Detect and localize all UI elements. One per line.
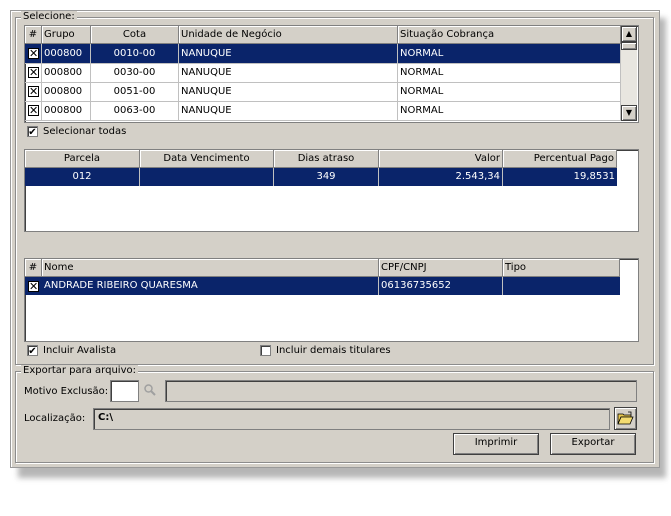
cotas-scrollbar[interactable]: ▲ ▼ <box>621 26 637 121</box>
titular-check-cell: ✕ <box>25 277 42 295</box>
grupo-cell: 000800 <box>42 44 91 63</box>
parcela-cell: 012 <box>25 168 140 186</box>
cota-row[interactable]: ✕ 000800 0063-00 NANUQUE NORMAL <box>25 101 621 121</box>
cota-cell: 0051-00 <box>91 82 179 101</box>
localizacao-field[interactable]: C:\ <box>93 408 610 430</box>
cotas-header: # Grupo Cota Unidade de Negócio Situação… <box>25 26 621 44</box>
scroll-up-button[interactable]: ▲ <box>621 26 637 42</box>
exportar-button[interactable]: Exportar <box>550 433 636 455</box>
cota-row[interactable]: ✕ 000800 0010-00 NANUQUE NORMAL <box>25 44 621 64</box>
cota-checkbox[interactable]: ✕ <box>28 67 39 78</box>
situacao-cell: NORMAL <box>398 101 621 120</box>
percentual-cell: 19,8531 <box>573 171 615 182</box>
titular-checkbox[interactable]: ✕ <box>28 281 39 292</box>
unidade-cell: NANUQUE <box>179 101 398 120</box>
grupo-cell: 000800 <box>42 101 91 120</box>
situacao-cell: NORMAL <box>398 63 621 82</box>
col-parcela-header[interactable]: Parcela <box>25 150 140 168</box>
export-group-legend: Exportar para arquivo: <box>21 365 138 377</box>
col-check-header[interactable]: # <box>25 259 42 277</box>
cota-check-cell: ✕ <box>25 44 42 63</box>
folder-open-icon <box>617 411 634 425</box>
parcelas-header: Parcela Data Vencimento Dias atraso Valo… <box>25 150 617 168</box>
cotas-grid[interactable]: # Grupo Cota Unidade de Negócio Situação… <box>24 25 639 123</box>
dialog-window: Selecione: # Grupo Cota Unidade de Negóc… <box>10 10 660 468</box>
valor-cell: 2.543,34 <box>379 168 503 186</box>
cota-checkbox[interactable]: ✕ <box>28 48 39 59</box>
col-valor-header[interactable]: Valor <box>379 150 503 168</box>
cota-check-cell: ✕ <box>25 63 42 82</box>
situacao-cell: NORMAL <box>398 44 621 63</box>
motivo-label: Motivo Exclusão: <box>24 386 109 397</box>
titulares-header: # Nome CPF/CNPJ Tipo <box>25 259 620 277</box>
cota-row[interactable]: ✕ 000800 0051-00 NANUQUE NORMAL <box>25 82 621 102</box>
nome-cell: ANDRADE RIBEIRO QUARESMA <box>42 277 379 295</box>
col-dias-header[interactable]: Dias atraso <box>274 150 379 168</box>
col-cota-header[interactable]: Cota <box>91 26 179 44</box>
cota-check-cell: ✕ <box>25 82 42 101</box>
motivo-description-field <box>165 380 637 402</box>
select-all-label[interactable]: Selecionar todas <box>43 126 126 138</box>
titulares-grid[interactable]: # Nome CPF/CNPJ Tipo ✕ ANDRADE RIBEIRO Q… <box>24 258 639 342</box>
col-vencimento-header[interactable]: Data Vencimento <box>140 150 274 168</box>
incluir-demais-checkbox[interactable] <box>260 345 271 356</box>
col-check-header[interactable]: # <box>25 26 42 44</box>
scroll-thumb[interactable] <box>621 42 637 50</box>
cota-cell: 0030-00 <box>91 63 179 82</box>
cota-cell: 0063-00 <box>91 101 179 120</box>
unidade-cell: NANUQUE <box>179 63 398 82</box>
search-icon[interactable] <box>143 383 157 397</box>
cota-checkbox[interactable]: ✕ <box>28 86 39 97</box>
col-unidade-header[interactable]: Unidade de Negócio <box>179 26 398 44</box>
col-situacao-header[interactable]: Situação Cobrança <box>398 26 621 44</box>
situacao-cell: NORMAL <box>398 82 621 101</box>
col-tipo-header[interactable]: Tipo <box>503 259 620 277</box>
select-all-checkbox[interactable]: ✔ <box>27 126 38 138</box>
col-percentual-header[interactable]: Percentual Pago <box>503 150 617 168</box>
scroll-down-button[interactable]: ▼ <box>621 105 637 121</box>
cota-row[interactable]: ✕ 000800 0030-00 NANUQUE NORMAL <box>25 63 621 83</box>
motivo-code-input[interactable] <box>110 380 139 402</box>
col-cpf-header[interactable]: CPF/CNPJ <box>379 259 503 277</box>
browse-folder-button[interactable] <box>614 407 637 430</box>
tipo-cell <box>503 277 620 295</box>
incluir-avalista-label[interactable]: Incluir Avalista <box>43 345 116 357</box>
parcela-row[interactable]: 012 349 2.543,34 19,8531 <box>25 168 617 186</box>
incluir-avalista-checkbox[interactable]: ✔ <box>27 345 38 357</box>
cota-checkbox[interactable]: ✕ <box>28 105 39 116</box>
dias-cell: 349 <box>274 168 379 186</box>
cota-cell: 0010-00 <box>91 44 179 63</box>
col-nome-header[interactable]: Nome <box>42 259 379 277</box>
grupo-cell: 000800 <box>42 63 91 82</box>
grupo-cell: 000800 <box>42 82 91 101</box>
cota-check-cell: ✕ <box>25 101 42 120</box>
select-group-legend: Selecione: <box>21 11 77 23</box>
col-grupo-header[interactable]: Grupo <box>42 26 91 44</box>
titular-row[interactable]: ✕ ANDRADE RIBEIRO QUARESMA 06136735652 <box>25 277 620 295</box>
parcelas-grid[interactable]: Parcela Data Vencimento Dias atraso Valo… <box>24 149 639 232</box>
incluir-demais-label[interactable]: Incluir demais titulares <box>276 345 391 357</box>
vencimento-cell <box>140 168 274 186</box>
unidade-cell: NANUQUE <box>179 82 398 101</box>
localizacao-label: Localização: <box>24 413 86 424</box>
unidade-cell: NANUQUE <box>179 44 398 63</box>
cpf-cell: 06136735652 <box>379 277 503 295</box>
imprimir-button[interactable]: Imprimir <box>453 433 539 455</box>
